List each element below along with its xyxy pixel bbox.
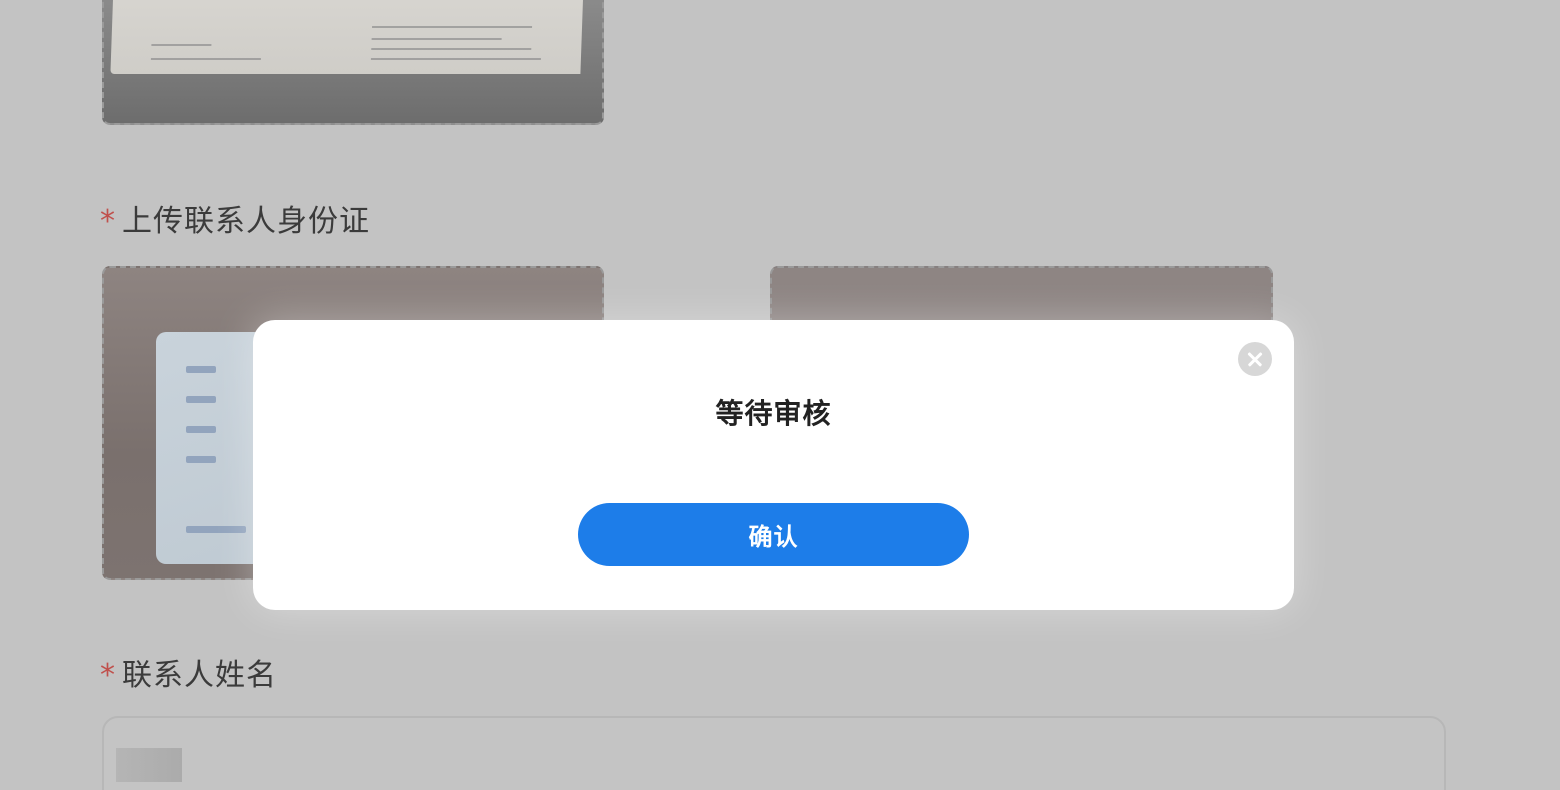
required-mark: *	[100, 658, 116, 693]
license-photo	[110, 0, 584, 74]
required-mark: *	[100, 204, 116, 239]
contact-name-label-text: 联系人姓名	[122, 658, 277, 693]
close-icon[interactable]	[1238, 342, 1272, 376]
id-upload-label: * 上传联系人身份证	[100, 196, 370, 240]
business-license-preview[interactable]	[102, 0, 604, 125]
pending-review-dialog: 等待审核 确认	[253, 320, 1294, 610]
blurred-name-value	[116, 748, 182, 782]
contact-name-input[interactable]	[102, 716, 1446, 790]
confirm-button[interactable]: 确认	[578, 503, 969, 566]
contact-name-label: * 联系人姓名	[100, 650, 277, 694]
id-upload-label-text: 上传联系人身份证	[122, 204, 370, 239]
page: * 上传联系人身份证 * 联系人姓名 等待审核 确认	[0, 0, 1560, 790]
dialog-title: 等待审核	[715, 397, 832, 430]
